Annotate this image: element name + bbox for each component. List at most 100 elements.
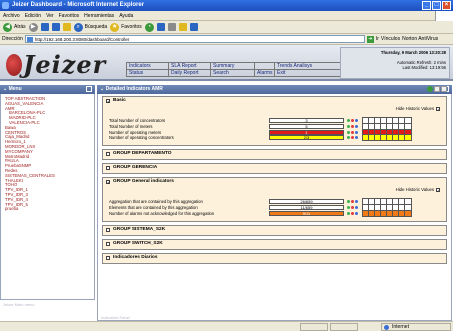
indicator-label: Number of operating meters — [109, 129, 162, 135]
group-header[interactable]: ✓ GROUP General indicators — [103, 178, 446, 187]
history-button[interactable]: ◔ — [144, 22, 154, 32]
group-checkbox[interactable] — [106, 241, 110, 246]
group-checkbox[interactable] — [106, 227, 110, 232]
indicators-title: Detailed Indicators AMR — [105, 86, 163, 92]
status-dot-icon[interactable] — [347, 119, 350, 122]
go-label[interactable]: Ir — [376, 36, 379, 42]
menu-ayuda[interactable]: Ayuda — [119, 11, 133, 20]
links-label[interactable]: Vínculos — [381, 36, 400, 42]
group-name: GROUP General indicators — [113, 179, 174, 185]
hide-historic-toggle[interactable]: Hide Historic Values ✓ — [396, 106, 441, 111]
menu-ver[interactable]: Ver — [46, 11, 54, 20]
status-dot-icon[interactable] — [355, 124, 358, 128]
status-dot-icon[interactable] — [355, 136, 358, 140]
group-checkbox[interactable]: ✓ — [106, 99, 110, 104]
menu-favoritos[interactable]: Favoritos — [59, 11, 80, 20]
close-button[interactable]: × — [442, 1, 451, 10]
historic-cell — [405, 135, 411, 141]
indicator-value[interactable]: 5 — [269, 123, 344, 129]
status-dot-icon[interactable] — [355, 200, 358, 204]
hide-historic-checkbox[interactable]: ✓ — [436, 106, 440, 111]
indicator-value[interactable]: 26/659 — [269, 199, 344, 205]
status-dot-icon[interactable] — [355, 205, 358, 209]
collapse-chevron-icon[interactable]: ⌄ — [100, 86, 104, 92]
print-icon[interactable] — [434, 86, 440, 92]
status-dot-icon[interactable] — [351, 205, 354, 209]
folder-button[interactable] — [178, 23, 187, 31]
indicator-value[interactable]: 2/3 — [269, 135, 344, 141]
indicator-value[interactable]: 11/659 — [269, 204, 344, 210]
menu-herramientas[interactable]: Herramientas — [84, 11, 114, 20]
tree-item[interactable]: prueba — [5, 207, 94, 212]
windows-logo-icon — [435, 11, 453, 21]
hide-historic-checkbox[interactable]: ✓ — [436, 188, 440, 193]
group-name: Indicadores Diarios — [113, 254, 158, 260]
group-header[interactable]: GROUP GERENCIA — [103, 164, 446, 173]
back-label: Atrás — [14, 24, 26, 30]
group-checkbox[interactable] — [106, 166, 110, 171]
group-header[interactable]: ✓ Basic — [103, 97, 446, 106]
indicator-group: ✓ Basic Hide Historic Values ✓ Total Number … — [102, 96, 447, 147]
refresh-icon[interactable] — [427, 86, 433, 92]
indicator-value[interactable]: 3 — [269, 118, 344, 123]
messenger-button[interactable] — [189, 23, 198, 31]
indicator-row: Number of operating concentrators 2/3 — [109, 134, 446, 142]
panel-pin-icon[interactable] — [86, 86, 92, 92]
hide-historic-toggle[interactable]: Hide Historic Values ✓ — [396, 187, 441, 193]
status-dot-icon[interactable] — [351, 200, 354, 204]
address-input[interactable]: http://192.168.200.3:8080/dashboard/Cont… — [24, 35, 365, 43]
status-dot-icon[interactable] — [355, 130, 358, 134]
stop-button[interactable] — [40, 23, 49, 31]
nav-search[interactable]: Search — [211, 70, 255, 77]
group-header[interactable]: GROUP SISTEMA_S2K — [103, 226, 446, 235]
status-dot-icon[interactable] — [347, 211, 350, 215]
menu-archivo[interactable]: Archivo — [3, 11, 20, 20]
export-icon[interactable] — [441, 86, 447, 92]
status-dot-icon[interactable] — [351, 119, 354, 122]
group-checkbox[interactable]: ✓ — [106, 180, 110, 185]
status-dot-icon[interactable] — [355, 211, 358, 215]
nav-daily-report[interactable]: Daily Report — [169, 70, 211, 77]
back-button[interactable]: ◀ Atrás — [3, 22, 26, 32]
forward-button[interactable]: ▶ — [28, 22, 38, 32]
go-button[interactable]: ➜ — [366, 35, 374, 43]
search-button[interactable]: ⌕ Búsqueda — [73, 22, 107, 32]
norton-antivirus-label[interactable]: Norton AntiVirus — [402, 36, 438, 42]
home-button[interactable] — [62, 23, 71, 31]
maximize-button[interactable]: □ — [432, 1, 441, 10]
nav-indicators[interactable]: Indicators — [127, 63, 169, 70]
nav-status[interactable]: Status — [127, 70, 169, 77]
nav-sla-report[interactable]: SLA Report — [169, 63, 211, 70]
print-button[interactable] — [167, 23, 176, 31]
collapse-chevron-icon[interactable]: ⌄ — [3, 86, 7, 92]
group-header[interactable]: Indicadores Diarios — [103, 254, 446, 263]
indicator-value[interactable]: 9/11 — [269, 210, 344, 216]
status-dot-icon[interactable] — [351, 124, 354, 128]
group-header[interactable]: GROUP DEPARTAMENTO — [103, 150, 446, 159]
status-dot-icon[interactable] — [347, 136, 350, 140]
status-dot-icon[interactable] — [347, 205, 350, 209]
status-dot-icon[interactable] — [351, 130, 354, 134]
refresh-button[interactable] — [51, 23, 60, 31]
status-dot-icon[interactable] — [347, 124, 350, 128]
indicator-label: Number of alarms not acknowledged for th… — [109, 210, 215, 216]
group-checkbox[interactable] — [106, 255, 110, 260]
status-dot-icon[interactable] — [351, 136, 354, 140]
status-dot-icon[interactable] — [351, 211, 354, 215]
group-checkbox[interactable] — [106, 152, 110, 157]
indicator-group: GROUP SWITCH_S2K — [102, 238, 447, 250]
minimize-button[interactable]: _ — [422, 1, 431, 10]
menu-edicion[interactable]: Edición — [25, 11, 41, 20]
status-dot-icon[interactable] — [347, 200, 350, 204]
mail-button[interactable] — [156, 23, 165, 31]
indicator-row: Number of alarms not acknowledged for th… — [109, 209, 446, 217]
favorites-button[interactable]: ★ Favoritos — [110, 22, 142, 32]
status-dot-icon[interactable] — [355, 119, 358, 122]
group-name: GROUP SISTEMA_S2K — [113, 226, 166, 232]
indicator-value[interactable]: 1 — [269, 129, 344, 135]
indicator-group: ✓ GROUP General indicators Hide Historic V… — [102, 177, 447, 222]
nav-alarms[interactable]: Alarms — [255, 70, 275, 77]
group-header[interactable]: GROUP SWITCH_S2K — [103, 240, 446, 249]
nav-summary[interactable]: Summary — [211, 63, 255, 70]
status-dot-icon[interactable] — [347, 130, 350, 134]
